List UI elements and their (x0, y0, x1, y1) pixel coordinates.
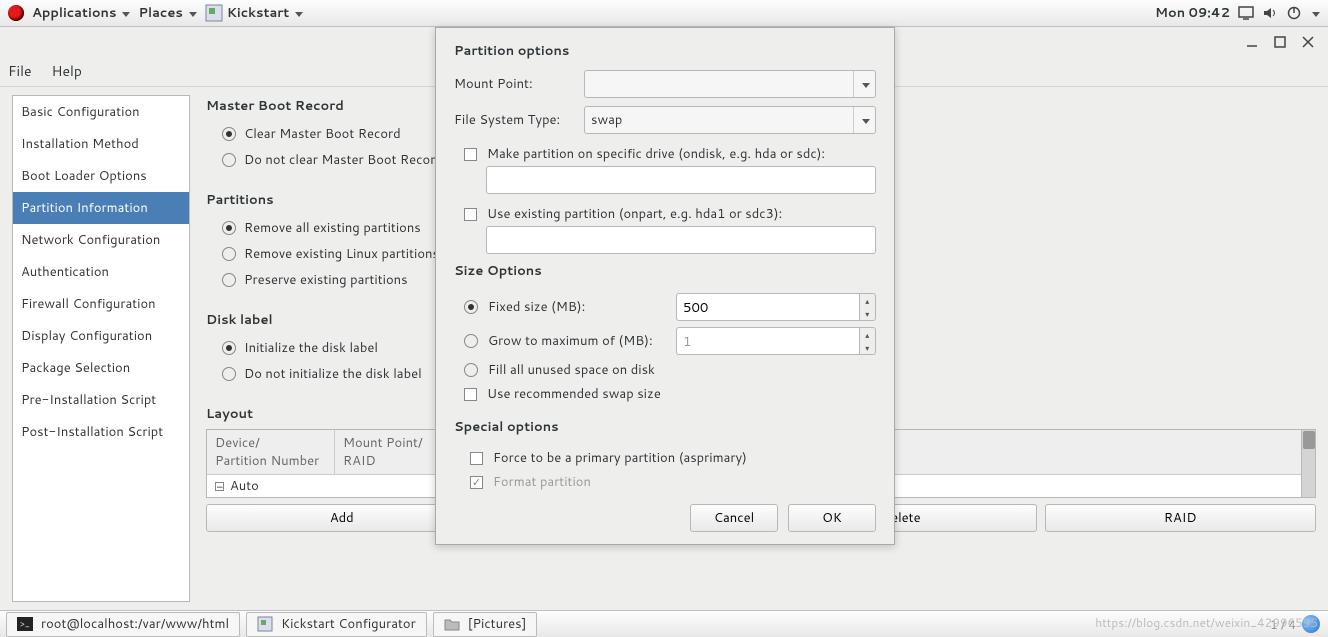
clock[interactable]: Mon 09:42 (1155, 4, 1230, 22)
partition-options-dialog: Partition options Mount Point: File Syst… (435, 27, 895, 545)
label-clear-mbr: Clear Master Boot Record (244, 125, 401, 143)
distro-logo-icon (8, 5, 24, 21)
volume-icon[interactable] (1262, 6, 1278, 20)
sidebar-item-network[interactable]: Network Configuration (13, 224, 189, 256)
minimize-button[interactable] (1246, 35, 1258, 47)
layout-scrollbar[interactable] (1302, 429, 1316, 498)
ondisk-checkbox[interactable] (464, 148, 477, 161)
radio-noclear-mbr[interactable] (222, 153, 236, 167)
onpart-checkbox[interactable] (464, 208, 477, 221)
kickstart-icon (205, 4, 223, 22)
grow-label: Grow to maximum of (MB): (488, 332, 666, 350)
label-noinit-label: Do not initialize the disk label (244, 365, 422, 383)
menu-file[interactable]: File (8, 61, 32, 81)
svg-text:>_: >_ (20, 617, 30, 630)
chevron-down-icon (860, 75, 870, 93)
kickstart-icon (257, 616, 273, 632)
radio-remove-all[interactable] (222, 221, 236, 235)
expander-icon[interactable]: − (215, 482, 224, 491)
raid-button[interactable]: RAID (1045, 504, 1317, 532)
grow-spin-buttons[interactable]: ▴▾ (860, 327, 877, 355)
label-remove-all: Remove all existing partitions (244, 219, 421, 237)
ok-button[interactable]: OK (788, 504, 876, 532)
label-remove-linux: Remove existing Linux partitions (244, 245, 439, 263)
sidebar-item-packages[interactable]: Package Selection (13, 352, 189, 384)
sidebar-item-post[interactable]: Post-Installation Script (13, 416, 189, 448)
active-app-menu[interactable]: Kickstart (205, 4, 303, 22)
fstype-combo[interactable]: swap (584, 106, 876, 134)
mount-point-combo[interactable] (584, 70, 876, 98)
places-menu[interactable]: Places (138, 4, 196, 22)
radio-grow[interactable] (464, 334, 478, 348)
gnome-top-panel: Applications Places Kickstart Mon 09:42 (0, 0, 1328, 27)
applications-menu[interactable]: Applications (32, 4, 130, 22)
close-button[interactable] (1302, 35, 1314, 47)
task-kickstart[interactable]: Kickstart Configurator (246, 612, 427, 637)
fill-label: Fill all unused space on disk (488, 361, 876, 379)
asprimary-checkbox[interactable] (470, 452, 483, 465)
workspace-switcher-icon[interactable] (1302, 615, 1320, 633)
radio-fixed-size[interactable] (464, 300, 478, 314)
ondisk-label: Make partition on specific drive (ondisk… (487, 145, 825, 163)
radio-fill[interactable] (464, 363, 478, 377)
display-icon[interactable] (1238, 6, 1254, 20)
cancel-button[interactable]: Cancel (690, 504, 778, 532)
maximize-button[interactable] (1274, 35, 1286, 47)
fstype-label: File System Type: (454, 111, 576, 129)
sidebar-item-bootloader[interactable]: Boot Loader Options (13, 160, 189, 192)
mount-point-label: Mount Point: (454, 75, 576, 93)
asprimary-label: Force to be a primary partition (asprima… (493, 449, 747, 467)
terminal-icon: >_ (17, 617, 33, 631)
chevron-down-icon (860, 111, 870, 129)
task-pictures[interactable]: [Pictures] (433, 612, 538, 637)
size-heading: Size Options (454, 262, 876, 280)
onpart-input[interactable] (486, 226, 876, 254)
section-sidebar: Basic Configuration Installation Method … (12, 95, 190, 602)
sidebar-item-display[interactable]: Display Configuration (13, 320, 189, 352)
ondisk-input[interactable] (486, 166, 876, 194)
pager-text: 1 / 4 (1270, 616, 1296, 633)
menu-help[interactable]: Help (52, 61, 82, 81)
power-icon[interactable] (1286, 5, 1302, 21)
special-heading: Special options (454, 418, 876, 436)
fixed-size-input[interactable] (676, 293, 860, 321)
radio-init-label[interactable] (222, 341, 236, 355)
recswap-checkbox[interactable] (464, 388, 477, 401)
label-init-label: Initialize the disk label (244, 339, 378, 357)
grow-size-input[interactable] (676, 327, 860, 355)
system-menu-chevron-icon[interactable] (1310, 4, 1320, 22)
sidebar-item-firewall[interactable]: Firewall Configuration (13, 288, 189, 320)
format-label: Format partition (493, 473, 591, 491)
label-noclear-mbr: Do not clear Master Boot Record (244, 151, 443, 169)
radio-remove-linux[interactable] (222, 247, 236, 261)
label-preserve: Preserve existing partitions (244, 271, 408, 289)
sidebar-item-auth[interactable]: Authentication (13, 256, 189, 288)
radio-clear-mbr[interactable] (222, 127, 236, 141)
onpart-label: Use existing partition (onpart, e.g. hda… (487, 205, 782, 223)
task-terminal[interactable]: >_ root@localhost:/var/www/html (6, 612, 240, 637)
sidebar-item-basic[interactable]: Basic Configuration (13, 96, 189, 128)
gnome-bottom-panel: >_ root@localhost:/var/www/html Kickstar… (0, 610, 1328, 637)
radio-noinit-label[interactable] (222, 367, 236, 381)
dialog-title: Partition options (454, 42, 876, 60)
radio-preserve[interactable] (222, 273, 236, 287)
fixed-spin-buttons[interactable]: ▴▾ (860, 293, 877, 321)
recswap-label: Use recommended swap size (487, 385, 661, 403)
sidebar-item-install[interactable]: Installation Method (13, 128, 189, 160)
sidebar-item-partition[interactable]: Partition Information (13, 192, 189, 224)
folder-icon (444, 617, 460, 631)
fixed-label: Fixed size (MB): (488, 298, 666, 316)
sidebar-item-pre[interactable]: Pre-Installation Script (13, 384, 189, 416)
format-checkbox (470, 476, 483, 489)
